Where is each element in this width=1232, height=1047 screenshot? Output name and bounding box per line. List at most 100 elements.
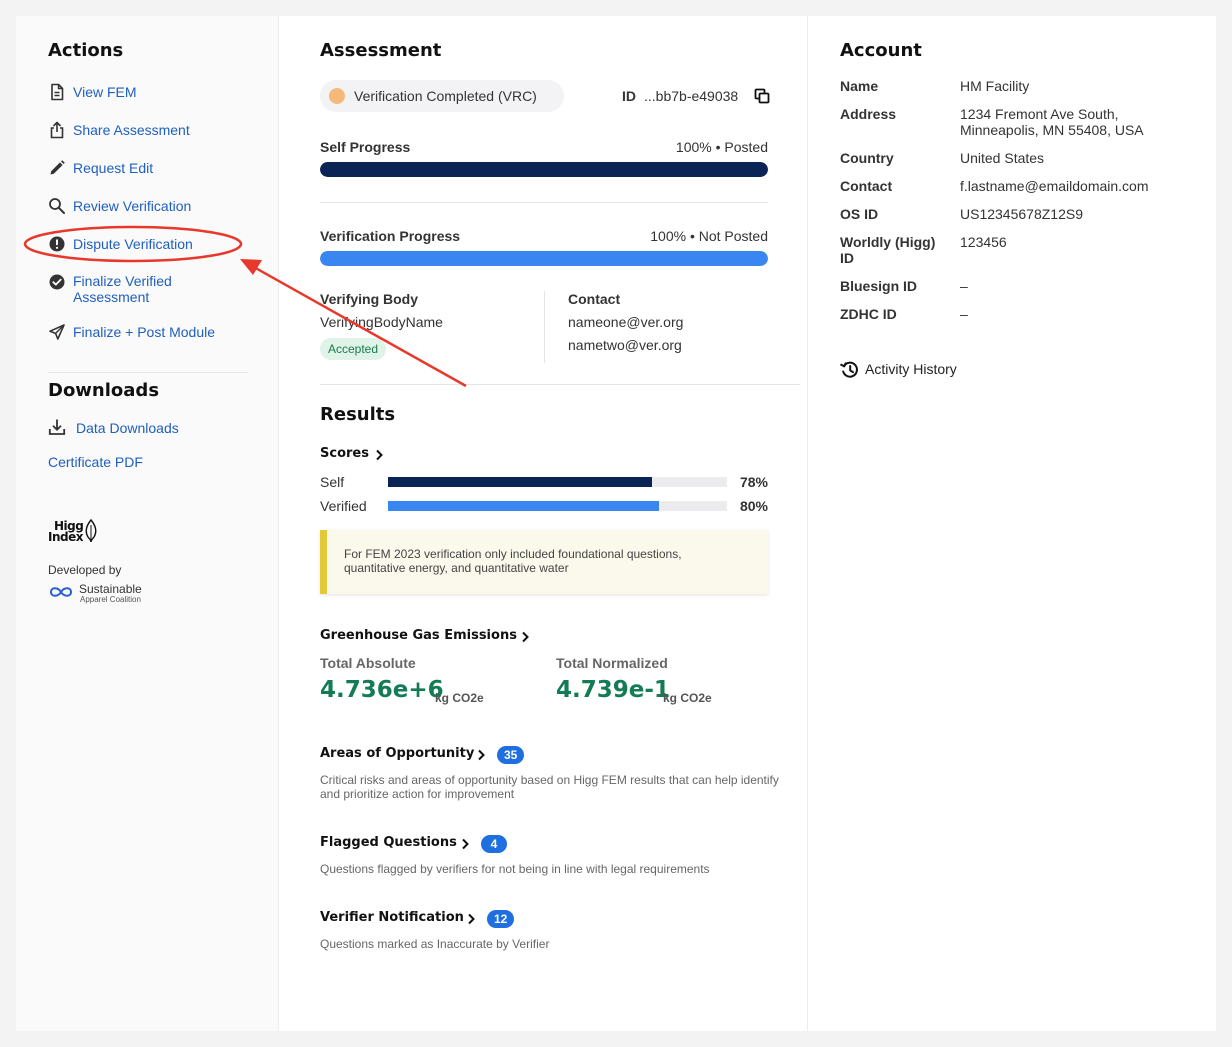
flagged-label: Flagged Questions: [320, 835, 457, 850]
account-os-id-value: US12345678Z12S9: [960, 206, 1083, 222]
account-name-value: HM Facility: [960, 78, 1030, 94]
total-absolute-unit: kg CO2e: [435, 691, 484, 705]
actions-sidebar: Actions View FEM Share Assessment Reques…: [16, 16, 279, 1031]
share-icon: [50, 121, 64, 139]
id-label: ID: [622, 88, 636, 104]
info-note: For FEM 2023 verification only included …: [320, 530, 768, 594]
share-assessment-label: Share Assessment: [73, 122, 190, 138]
dispute-verification-action[interactable]: Dispute Verification: [48, 234, 248, 256]
sac-line-2: Apparel Coalition: [80, 595, 141, 604]
flagged-questions-link[interactable]: Flagged Questions 4: [320, 835, 520, 855]
finalize-post-module-action[interactable]: Finalize + Post Module: [48, 322, 248, 344]
data-downloads-label: Data Downloads: [76, 420, 179, 436]
account-address-label: Address: [840, 106, 897, 122]
account-zdhc-id-value: –: [960, 306, 968, 322]
self-progress-status: 100% • Posted: [675, 139, 768, 155]
account-name-label: Name: [840, 78, 879, 94]
verification-progress-bar: [320, 251, 768, 266]
id-value: ...bb7b-e49038: [644, 88, 739, 104]
flagged-description: Questions flagged by verifiers for not b…: [320, 862, 710, 876]
chevron-right-icon: [478, 749, 485, 761]
data-downloads-link[interactable]: Data Downloads: [48, 417, 248, 439]
document-icon: [51, 83, 64, 101]
verified-score-value: 80%: [739, 498, 768, 514]
account-heading: Account: [840, 40, 922, 61]
account-contact-label: Contact: [840, 178, 893, 194]
account-contact-value: f.lastname@emaildomain.com: [960, 178, 1149, 194]
check-circle-icon: [49, 274, 65, 290]
chevron-right-icon: [462, 838, 469, 850]
assessment-heading: Assessment: [320, 40, 442, 61]
flagged-count-badge: 4: [481, 835, 507, 853]
verifying-body-name: VerifyingBodyName: [320, 314, 443, 330]
verifying-body-label: Verifying Body: [320, 291, 419, 307]
finalize-post-module-label: Finalize + Post Module: [73, 324, 216, 340]
account-worldly-id-label: Worldly (Higg) ID: [840, 234, 936, 266]
sac-logo: Sustainable Apparel Coalition: [48, 582, 158, 604]
self-progress-bar: [320, 162, 768, 177]
infinity-icon: [49, 587, 73, 597]
share-assessment-action[interactable]: Share Assessment: [48, 120, 248, 142]
page: Actions View FEM Share Assessment Reques…: [16, 16, 1216, 1031]
total-normalized-label: Total Normalized: [556, 655, 668, 671]
self-score-fill: [388, 477, 653, 487]
sac-line-1: Sustainable: [79, 582, 142, 596]
view-fem-action[interactable]: View FEM: [48, 82, 248, 104]
divider: [320, 384, 800, 385]
total-normalized-value: 4.739e-1: [556, 677, 670, 703]
areas-of-opportunity-link[interactable]: Areas of Opportunity 35: [320, 746, 550, 766]
actions-heading: Actions: [48, 40, 124, 61]
self-progress-label: Self Progress: [320, 139, 411, 155]
contact-label: Contact: [568, 291, 621, 307]
account-worldly-id-value: 123456: [960, 234, 1007, 250]
status-text: Verification Completed (VRC): [354, 88, 537, 104]
request-edit-label: Request Edit: [73, 160, 154, 176]
scores-link[interactable]: Scores: [320, 446, 400, 464]
chevron-right-icon: [522, 631, 529, 643]
account-country-label: Country: [840, 150, 894, 166]
ghg-link[interactable]: Greenhouse Gas Emissions: [320, 628, 540, 646]
pencil-icon: [50, 160, 65, 175]
leaf-icon: [85, 519, 97, 543]
verifier-count-badge: 12: [487, 910, 515, 928]
activity-history-label: Activity History: [865, 361, 957, 377]
verification-progress-status: 100% • Not Posted: [650, 228, 768, 244]
chevron-right-icon: [468, 913, 475, 925]
divider: [544, 291, 545, 363]
verified-score-bar: [388, 501, 727, 511]
status-dot: [329, 88, 345, 104]
higg-index-logo: Higg Index: [48, 519, 108, 549]
account-bluesign-id-label: Bluesign ID: [840, 278, 918, 294]
send-icon: [49, 324, 65, 340]
download-icon: [48, 419, 66, 435]
assessment-panel: Assessment Verification Completed (VRC) …: [280, 16, 808, 1031]
certificate-pdf-link[interactable]: Certificate PDF: [48, 454, 143, 470]
self-score-bar: [388, 477, 727, 487]
contact-email-1: nameone@ver.org: [568, 314, 684, 330]
verified-score-fill: [388, 501, 660, 511]
account-panel: Account Name HM Facility Address 1234 Fr…: [809, 16, 1216, 1031]
review-verification-label: Review Verification: [73, 198, 192, 214]
verifier-notification-link[interactable]: Verifier Notification 12: [320, 910, 540, 930]
review-verification-action[interactable]: Review Verification: [48, 196, 248, 218]
areas-count-badge: 35: [497, 746, 525, 764]
verifier-description: Questions marked as Inaccurate by Verifi…: [320, 937, 550, 951]
logo-line-2: Index: [48, 530, 83, 544]
areas-label: Areas of Opportunity: [320, 746, 475, 761]
self-progress-fill: [320, 162, 768, 177]
account-os-id-label: OS ID: [840, 206, 879, 222]
activity-history-link[interactable]: Activity History: [840, 359, 990, 381]
verification-progress-fill: [320, 251, 768, 266]
total-absolute-value: 4.736e+6: [320, 677, 444, 703]
finalize-verified-assessment-action[interactable]: Finalize Verified Assessment: [48, 272, 218, 308]
info-note-text: For FEM 2023 verification only included …: [344, 547, 682, 575]
copy-icon[interactable]: [754, 88, 770, 104]
dispute-verification-label: Dispute Verification: [73, 236, 193, 252]
request-edit-action[interactable]: Request Edit: [48, 158, 248, 180]
accepted-badge: Accepted: [320, 338, 387, 360]
verification-progress-label: Verification Progress: [320, 228, 461, 244]
view-fem-label: View FEM: [73, 84, 137, 100]
divider: [320, 202, 768, 203]
verifier-label: Verifier Notification: [320, 910, 464, 925]
account-country-value: United States: [960, 150, 1045, 166]
